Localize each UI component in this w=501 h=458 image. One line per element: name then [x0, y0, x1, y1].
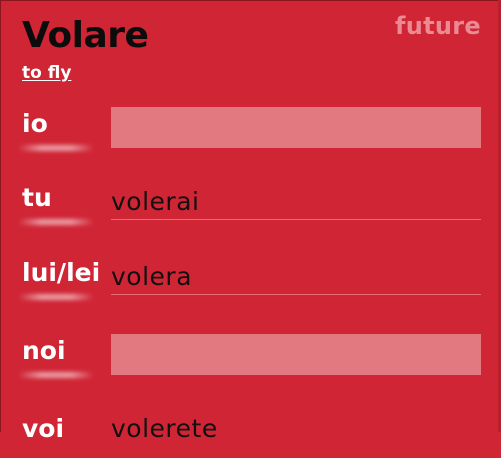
conjugation-row-lui-lei: lui/lei volera	[0, 256, 501, 302]
pronoun-underline	[18, 294, 94, 300]
card-frame-top	[0, 0, 501, 1]
conjugation-row-noi: noi	[0, 334, 501, 380]
pronoun-label: voi	[22, 414, 65, 443]
pronoun-label: io	[22, 109, 48, 138]
pronoun-underline	[18, 219, 94, 225]
answer-input-io[interactable]	[111, 107, 481, 148]
conjugation-row-voi: voi volerete	[0, 412, 501, 458]
verb-title: Volare	[22, 15, 149, 56]
pronoun-label: lui/lei	[22, 258, 101, 287]
answer-underline	[111, 294, 481, 295]
pronoun-label: noi	[22, 336, 66, 365]
answer-text-lui-lei: volera	[111, 262, 193, 291]
answer-text-voi: volerete	[111, 414, 218, 443]
answer-input-noi[interactable]	[111, 334, 481, 375]
pronoun-underline	[18, 372, 94, 378]
tense-label: future	[395, 12, 481, 40]
answer-text-tu: volerai	[111, 187, 200, 216]
pronoun-label: tu	[22, 183, 52, 212]
answer-underline	[111, 219, 481, 220]
pronoun-underline	[18, 145, 94, 151]
verb-translation: to fly	[22, 63, 72, 83]
conjugation-row-tu: tu volerai	[0, 181, 501, 227]
conjugation-row-io: io	[0, 107, 501, 153]
